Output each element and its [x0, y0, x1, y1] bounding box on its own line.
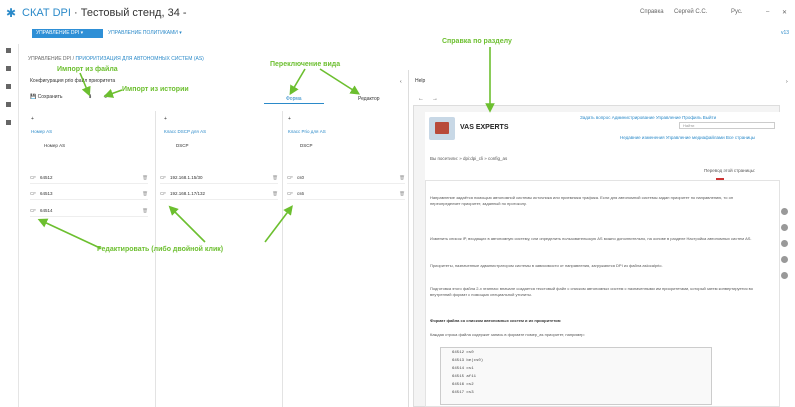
- annotation-arrows: [37, 47, 495, 249]
